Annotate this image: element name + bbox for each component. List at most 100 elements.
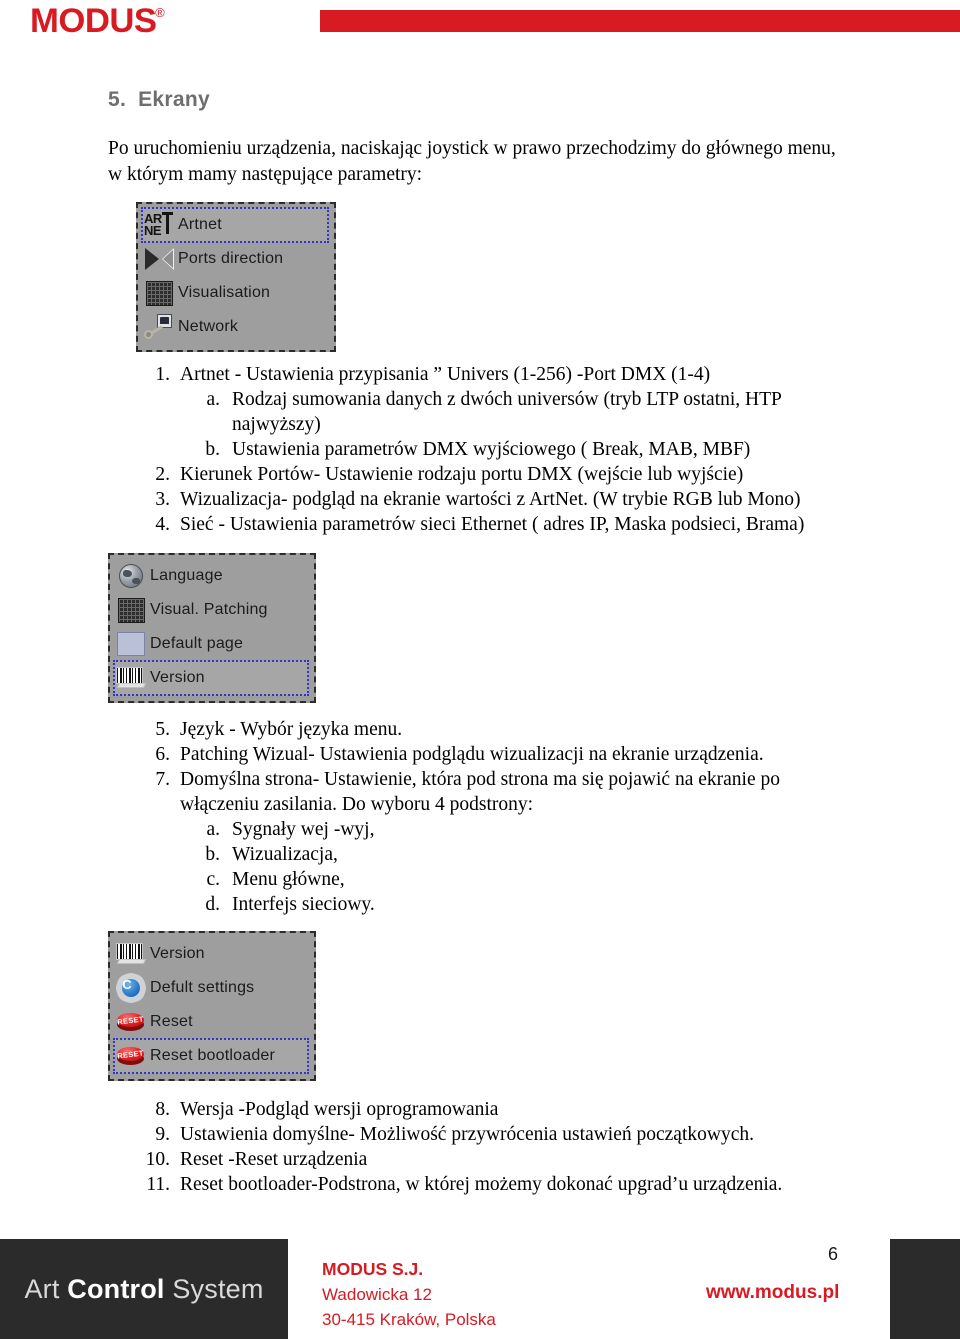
list-marker: 5. [155,719,170,740]
list-text: Reset bootloader-Podstrona, w której moż… [180,1174,783,1195]
list-marker: 7. [155,769,170,790]
list-text: Kierunek Portów- Ustawienie rodzaju port… [180,464,744,485]
list-text: Sieć - Ustawienia parametrów sieci Ether… [180,514,805,535]
list-marker: 6. [155,744,170,765]
badge-word-art: Art [24,1273,60,1304]
intro-line-1: Po uruchomieniu urządzenia, naciskając j… [108,138,836,159]
list-marker: 8. [155,1099,170,1120]
list-item: c. Menu główne, [196,867,960,892]
modus-logo: MODUS ® [30,4,165,38]
list-item: a. Rodzaj sumowania danych z dwóch unive… [196,387,960,412]
list-marker: 4. [155,514,170,535]
list-item: b. Ustawienia parametrów DMX wyjściowego… [196,437,960,462]
lcd-item-default-page[interactable]: Default page [114,627,308,661]
page-number: 6 [828,1244,839,1264]
list-text: Reset -Reset urządzenia [180,1149,368,1170]
reset-button-icon: RESET [116,1041,146,1071]
list-marker: d. [205,894,220,915]
lcd-item-label: Visual. Patching [150,601,268,618]
lcd-item-version[interactable]: Version [113,660,309,696]
list-text: Język - Wybór języka menu. [180,719,403,740]
list-marker: c. [206,869,220,890]
artnet-icon-bottom: NE [144,223,162,238]
list-item: 9. Ustawienia domyślne- Możliwość przywr… [140,1122,960,1147]
lcd-item-visualisation[interactable]: Visualisation [142,276,328,310]
list-continuation: włączeniu zasilania. Do wyboru 4 podstro… [180,794,534,815]
company-street: Wadowicka 12 [322,1285,432,1304]
list-item: 1. Artnet - Ustawienia przypisania ” Uni… [140,362,960,387]
list-text: Ustawienia domyślne- Możliwość przywróce… [180,1124,754,1145]
device-screenshot-settings-menu: Language Visual. Patching Default page V… [108,553,316,703]
list-marker: 10. [145,1149,170,1170]
page-title: 5. Ekrany [108,88,960,112]
badge-word-system: System [172,1273,264,1304]
page-content: 5. Ekrany Po uruchomieniu urządzenia, nac… [0,60,960,1197]
lcd-item-artnet[interactable]: AR NE Artnet [141,207,329,243]
lcd-item-label: Visualisation [178,284,271,301]
list-marker: 1. [155,364,170,385]
list-text: Rodzaj sumowania danych z dwóch universó… [232,389,782,410]
intro-paragraph: Po uruchomieniu urządzenia, naciskając j… [108,136,860,188]
list-text: Wersja -Podgląd wersji oprogramowania [180,1099,499,1120]
description-list-1: 1. Artnet - Ustawienia przypisania ” Uni… [0,362,960,537]
page-footer: Art Control System MODUS S.J. Wadowicka … [0,1239,960,1339]
list-text: Ustawienia parametrów DMX wyjściowego ( … [232,439,751,460]
lcd-item-language[interactable]: Language [114,559,308,593]
lcd-item-version[interactable]: Version [114,937,308,971]
list-text: Interfejs sieciowy. [232,894,375,915]
list-item: a. Sygnały wej -wyj, [196,817,960,842]
lcd-item-label: Default page [150,635,244,652]
lcd-item-label: Reset bootloader [150,1047,276,1064]
visualisation-grid-icon [116,595,146,625]
barcode-icon [116,939,147,969]
modus-logo-text: MODUS [30,2,157,40]
list-item: 3. Wizualizacja- podgląd na ekranie wart… [140,487,960,512]
lcd-item-label: Version [150,945,205,962]
lcd-item-label: Artnet [178,216,222,233]
screen-icon [116,629,146,659]
list-text: Artnet - Ustawienia przypisania ” Univer… [180,364,711,385]
lcd-item-default-settings[interactable]: C Defult settings [114,971,308,1005]
list-item: b. Wizualizacja, [196,842,960,867]
list-item: 10. Reset -Reset urządzenia [140,1147,960,1172]
lcd-item-label: Reset [150,1013,193,1030]
lcd-item-label: Ports direction [178,250,284,267]
lcd-item-visual-patching[interactable]: Visual. Patching [114,593,308,627]
footer-address-block: MODUS S.J. Wadowicka 12 30-415 Kraków, P… [322,1257,496,1332]
list-marker: b. [205,439,220,460]
lcd-item-reset[interactable]: RESET Reset [114,1005,308,1039]
artnet-logo-icon: AR NE [144,210,174,240]
page-header: MODUS ® [0,0,960,60]
section-title-text: Ekrany [138,88,210,111]
header-red-bar [320,10,960,32]
list-text: Patching Wizual- Ustawienia podglądu wiz… [180,744,764,765]
gear-icon-letter: C [122,976,132,992]
lcd-item-network[interactable]: Network [142,310,328,344]
list-item: 7. Domyślna strona- Ustawienie, która po… [140,767,960,792]
list-continuation: najwyższy) [232,414,321,435]
list-item: 5. Język - Wybór języka menu. [140,717,960,742]
lcd-item-label: Network [178,318,239,335]
footer-website-link[interactable]: www.modus.pl [706,1282,839,1304]
device-screenshot-service-menu: Version C Defult settings RESET Reset RE… [108,931,316,1081]
list-item: 11. Reset bootloader-Podstrona, w której… [140,1172,960,1197]
globe-icon [116,561,146,591]
lcd-item-ports-direction[interactable]: Ports direction [142,242,328,276]
list-marker: 9. [155,1124,170,1145]
gear-icon: C [116,973,146,1003]
description-list-2: 5. Język - Wybór języka menu. 6. Patchin… [0,717,960,917]
lcd-item-label: Version [150,669,205,686]
list-item: 6. Patching Wizual- Ustawienia podglądu … [140,742,960,767]
list-text: Sygnały wej -wyj, [232,819,375,840]
visualisation-grid-icon [144,278,174,308]
badge-word-control: Control [67,1273,165,1304]
art-control-system-badge: Art Control System [0,1239,288,1339]
list-text: Wizualizacja, [232,844,338,865]
list-marker: a. [206,389,220,410]
list-item: d. Interfejs sieciowy. [196,892,960,917]
ports-direction-icon [144,244,174,274]
lcd-item-label: Defult settings [150,979,255,996]
lcd-item-reset-bootloader[interactable]: RESET Reset bootloader [113,1038,309,1074]
list-marker: a. [206,819,220,840]
list-text: Domyślna strona- Ustawienie, która pod s… [180,769,780,790]
